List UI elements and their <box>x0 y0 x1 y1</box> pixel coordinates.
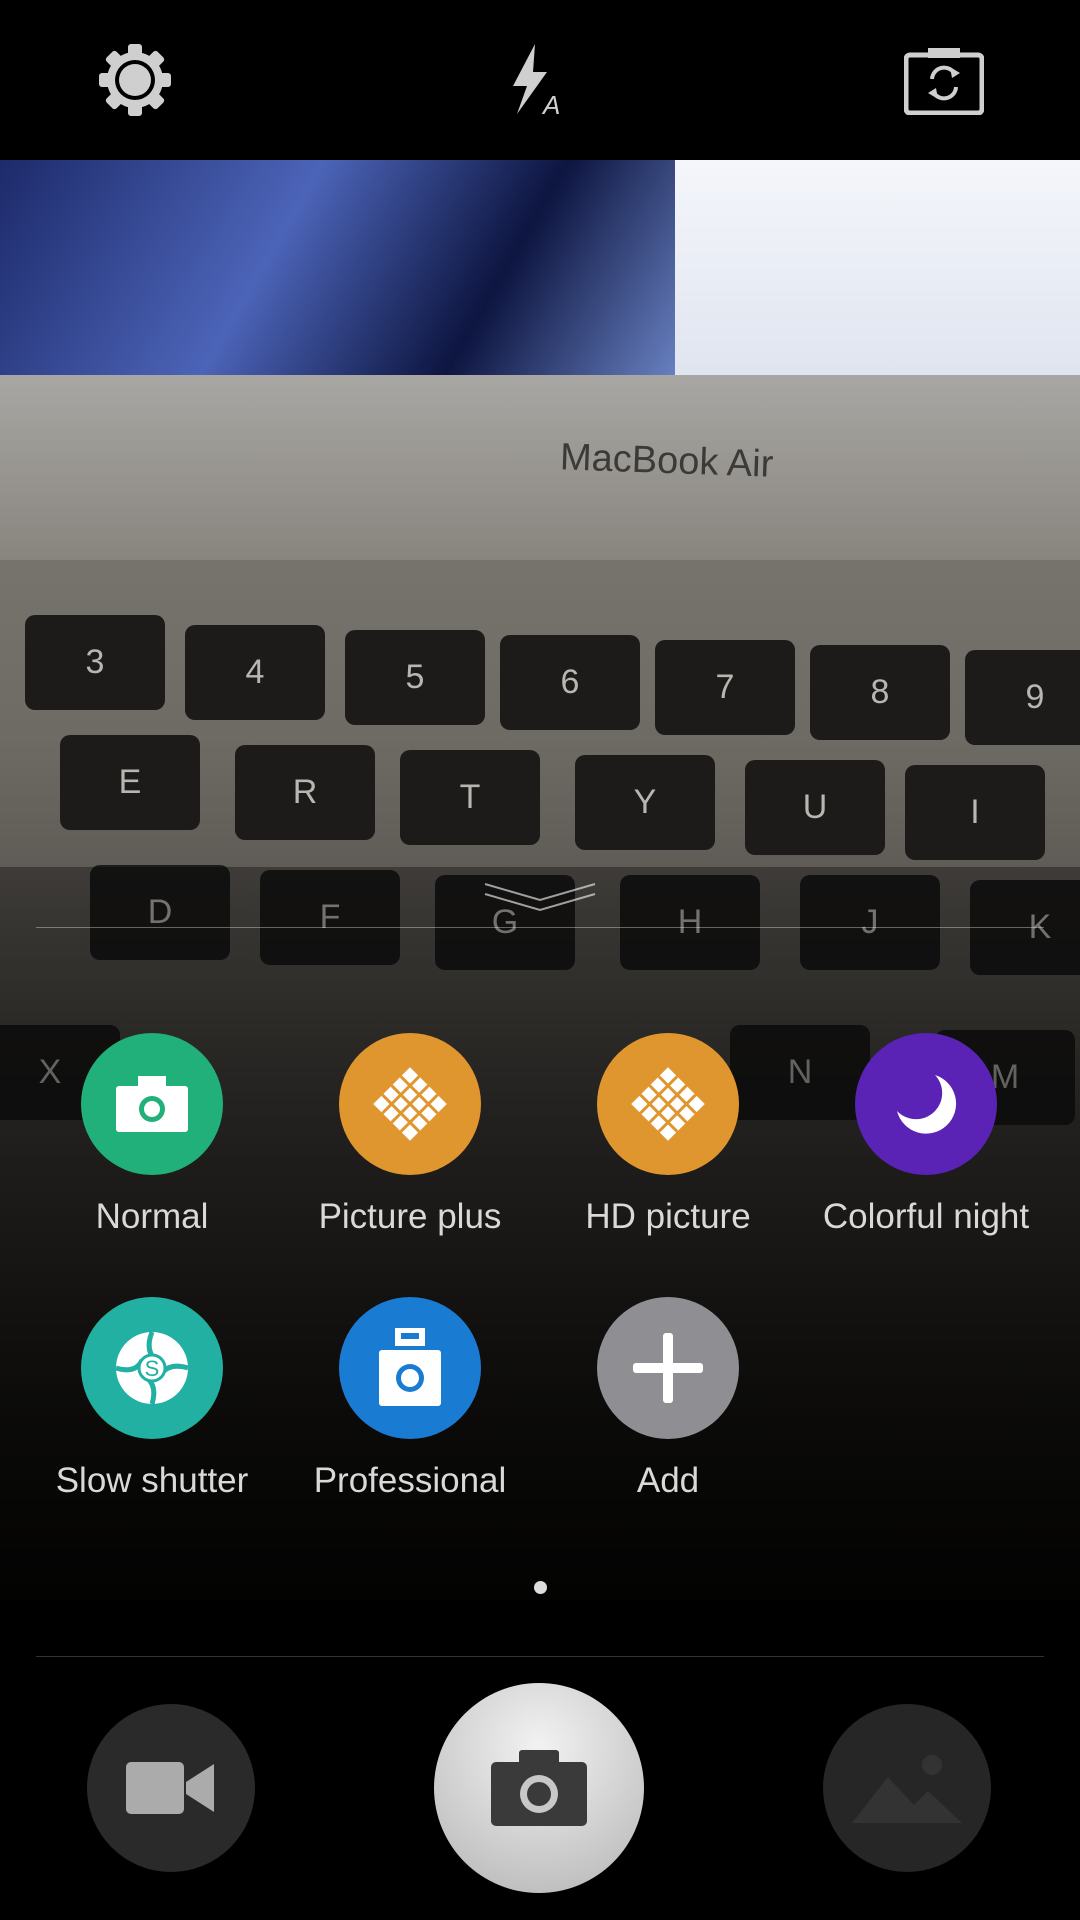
mode-label: Add <box>636 1461 700 1500</box>
shutter-button[interactable] <box>434 1683 644 1893</box>
mode-normal[interactable]: Normal <box>27 1033 277 1237</box>
brand-text: MacBook Air <box>559 436 774 486</box>
keyboard-key: T <box>400 750 540 845</box>
chevron-down-icon <box>484 883 596 912</box>
mode-hd-picture[interactable]: HD picture <box>543 1033 793 1237</box>
plus-icon <box>597 1297 739 1439</box>
keyboard-key: 5 <box>345 630 485 725</box>
mode-add[interactable]: Add <box>543 1297 793 1501</box>
keyboard-key: U <box>745 760 885 855</box>
video-icon <box>126 1762 214 1814</box>
camera-icon <box>81 1033 223 1175</box>
svg-text:S: S <box>145 1356 160 1381</box>
moon-icon <box>855 1033 997 1175</box>
gear-icon <box>99 44 171 116</box>
camera-icon <box>491 1750 587 1826</box>
switch-camera-icon <box>904 48 984 115</box>
mode-label: Normal <box>95 1197 209 1236</box>
keyboard-key: 7 <box>655 640 795 735</box>
keyboard-key: 8 <box>810 645 950 740</box>
keyboard-key: Y <box>575 755 715 850</box>
keyboard-key: 3 <box>25 615 165 710</box>
mode-label: Colorful night <box>822 1197 1030 1236</box>
flash-auto-icon: A <box>513 44 560 118</box>
pro-camera-icon <box>339 1297 481 1439</box>
keyboard-key: I <box>905 765 1045 860</box>
mode-label: Slow shutter <box>55 1461 249 1500</box>
settings-button[interactable] <box>93 38 177 122</box>
laptop-bezel <box>0 375 1080 560</box>
mode-colorful-night[interactable]: Colorful night <box>801 1033 1051 1237</box>
laptop-screen-window <box>675 160 1080 400</box>
switch-camera-button[interactable] <box>902 38 986 122</box>
mode-label: HD picture <box>585 1197 751 1236</box>
gallery-button[interactable] <box>823 1704 991 1872</box>
grid-diamond-icon <box>597 1033 739 1175</box>
shutter-s-icon: S <box>81 1297 223 1439</box>
divider <box>36 1656 1044 1657</box>
video-mode-button[interactable] <box>87 1704 255 1872</box>
laptop-screen <box>0 160 680 390</box>
keyboard-key: E <box>60 735 200 830</box>
top-bar: A <box>0 0 1080 160</box>
grid-diamond-icon <box>339 1033 481 1175</box>
page-indicator-dot <box>534 1581 547 1594</box>
divider <box>36 927 1044 928</box>
mode-label: Picture plus <box>318 1197 502 1236</box>
gallery-icon <box>852 1755 962 1823</box>
keyboard-key: 6 <box>500 635 640 730</box>
flash-auto-button[interactable]: A <box>493 38 577 122</box>
svg-text:A: A <box>541 90 560 118</box>
keyboard-key: R <box>235 745 375 840</box>
keyboard-key: 9 <box>965 650 1080 745</box>
mode-slow-shutter[interactable]: S Slow shutter <box>27 1297 277 1501</box>
mode-picture-plus[interactable]: Picture plus <box>285 1033 535 1237</box>
mode-label: Professional <box>313 1461 507 1500</box>
collapse-handle[interactable] <box>483 880 597 921</box>
mode-professional[interactable]: Professional <box>285 1297 535 1501</box>
keyboard-key: 4 <box>185 625 325 720</box>
